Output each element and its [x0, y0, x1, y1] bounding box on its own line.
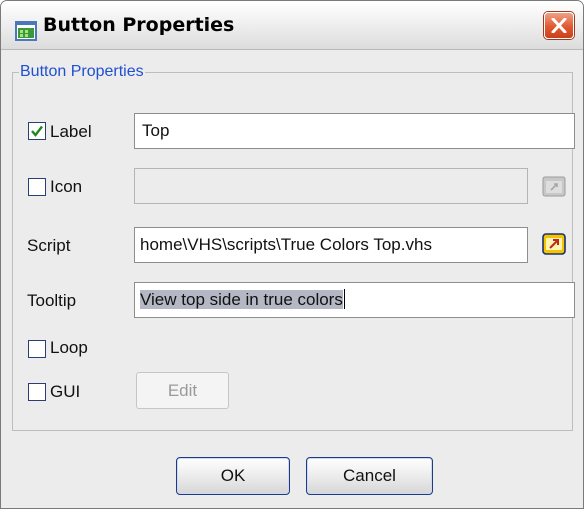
tooltip-text: View top side in true colors [140, 290, 343, 309]
loop-checkbox[interactable] [28, 340, 46, 358]
label-checkbox-label: Label [50, 122, 92, 141]
folder-open-icon[interactable] [542, 232, 566, 256]
tooltip-label: Tooltip [27, 291, 77, 310]
tooltip-input[interactable]: View top side in true colors [134, 282, 575, 318]
checkmark-icon [31, 125, 43, 137]
app-icon [15, 21, 37, 41]
dialog-window: Button Properties Button Properties Labe… [0, 0, 584, 509]
label-checkbox[interactable] [28, 122, 46, 140]
cancel-button[interactable]: Cancel [306, 457, 433, 495]
dialog-content: Button Properties Label Top Icon Script … [1, 50, 583, 508]
icon-checkbox-label: Icon [50, 177, 83, 196]
group-legend: Button Properties [20, 63, 144, 80]
ok-button[interactable]: OK [176, 457, 290, 495]
icon-input[interactable] [134, 168, 528, 204]
text-caret [343, 289, 345, 309]
title-bar[interactable]: Button Properties [1, 1, 583, 50]
icon-checkbox[interactable] [28, 178, 46, 196]
script-label: Script [27, 236, 71, 255]
close-icon [551, 18, 567, 33]
gui-checkbox-label: GUI [50, 382, 81, 401]
folder-icon[interactable] [542, 174, 566, 198]
close-button[interactable] [544, 12, 574, 39]
gui-checkbox[interactable] [28, 383, 46, 401]
edit-button[interactable]: Edit [136, 372, 229, 409]
loop-checkbox-label: Loop [50, 338, 88, 357]
label-input[interactable]: Top [134, 113, 575, 149]
script-input[interactable]: home\VHS\scripts\True Colors Top.vhs [134, 227, 528, 263]
window-title: Button Properties [43, 14, 235, 36]
